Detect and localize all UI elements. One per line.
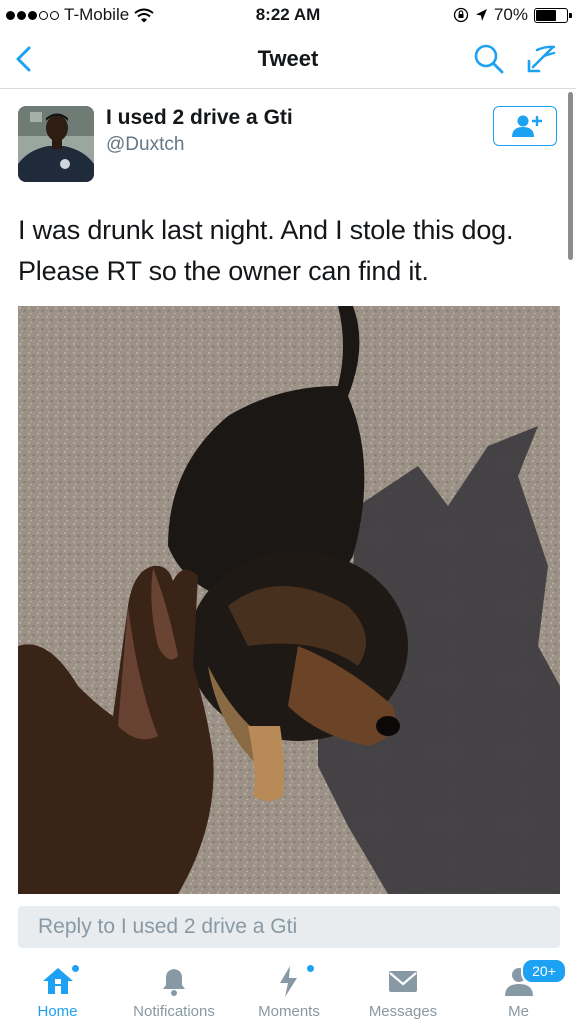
lightning-icon: [280, 966, 297, 997]
battery-percent: 70%: [493, 5, 528, 24]
status-right: 70%: [453, 5, 572, 25]
avatar[interactable]: [18, 106, 94, 182]
compose-button[interactable]: [524, 42, 558, 76]
moments-new-dot: [307, 965, 314, 972]
status-bar: T-Mobile 8:22 AM 70%: [0, 0, 576, 30]
tab-messages[interactable]: Messages: [345, 955, 461, 1024]
notification-badge: 20+: [521, 958, 567, 984]
tweet-text-line: I was drunk last night. And I stole this…: [18, 215, 514, 245]
scrollbar[interactable]: [568, 92, 573, 260]
bell-icon: [163, 969, 185, 996]
avatar-photo: [18, 106, 94, 182]
tab-label: Notifications: [133, 1003, 215, 1020]
home-icon: [42, 968, 73, 994]
tab-home[interactable]: Home: [0, 955, 115, 1024]
dog-photo: [18, 306, 560, 894]
home-new-dot: [72, 965, 79, 972]
tab-notifications[interactable]: Notifications: [115, 955, 233, 1024]
navigation-bar: Tweet: [0, 30, 576, 89]
compose-icon: [527, 45, 556, 73]
envelope-icon: [389, 971, 417, 992]
tab-label: Moments: [258, 1003, 320, 1020]
reply-bar[interactable]: [18, 906, 560, 948]
location-icon: [475, 8, 487, 21]
search-icon: [474, 44, 504, 74]
display-name[interactable]: I used 2 drive a Gti: [106, 106, 293, 130]
add-user-icon: [512, 115, 542, 137]
reply-input[interactable]: [18, 906, 560, 948]
tweet-photo[interactable]: [18, 306, 560, 894]
user-handle[interactable]: @Duxtch: [106, 134, 184, 156]
tab-moments[interactable]: Moments: [233, 955, 345, 1024]
tweet-text-line: Please RT so the owner can find it.: [18, 256, 429, 286]
tab-label: Home: [37, 1003, 78, 1020]
search-button[interactable]: [472, 42, 506, 76]
rotation-lock-icon: [453, 7, 469, 23]
follow-button[interactable]: [493, 106, 557, 146]
tab-label: Messages: [368, 1003, 438, 1020]
tab-bar: Home Notifications Moments Messages 20+ …: [0, 955, 576, 1024]
tab-me[interactable]: 20+ Me: [461, 955, 576, 1024]
tab-label: Me: [508, 1003, 529, 1020]
tweet-text: I was drunk last night. And I stole this…: [18, 210, 563, 292]
battery-icon: [534, 7, 572, 23]
